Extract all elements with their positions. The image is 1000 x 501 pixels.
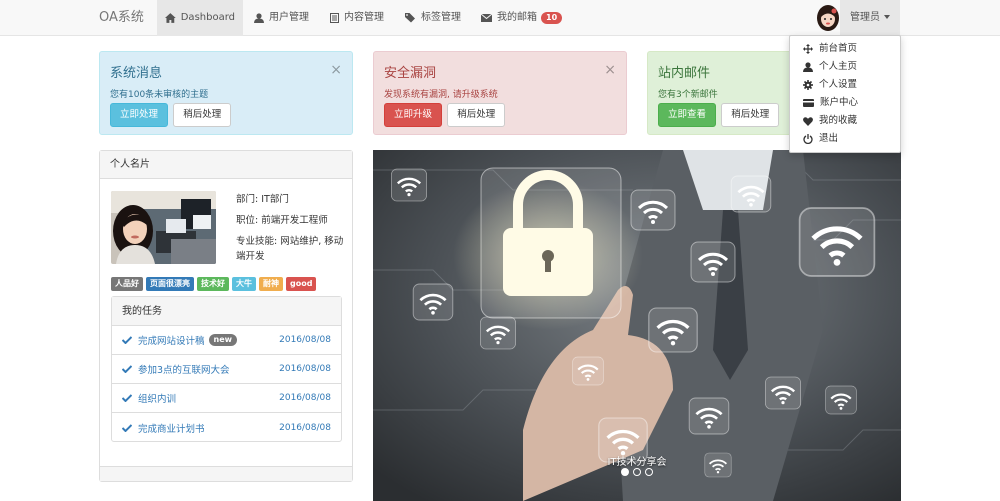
process-later-button[interactable]: 稍后处理	[447, 103, 506, 127]
menu-label: 账户中心	[820, 97, 859, 108]
process-later-button[interactable]: 稍后处理	[173, 103, 232, 127]
check-icon	[122, 365, 132, 373]
nav-dashboard[interactable]: Dashboard	[157, 0, 243, 36]
cog-icon	[803, 80, 813, 90]
nav-mailbox[interactable]: 我的邮箱 10	[473, 0, 570, 36]
envelope-icon	[481, 14, 492, 22]
process-now-button[interactable]: 立即处理	[110, 103, 169, 127]
menu-label: 我的收藏	[819, 115, 858, 126]
user-icon	[254, 13, 264, 23]
menu-item-logout[interactable]: 退出	[790, 130, 900, 148]
alert-system-message: × 系统消息 您有100条未审核的主题 立即处理 稍后处理	[99, 51, 353, 135]
user-icon	[803, 62, 813, 72]
panel-title: 个人名片	[100, 151, 352, 179]
carousel-indicator[interactable]	[645, 468, 653, 476]
image-carousel[interactable]: IT技术分享会	[373, 150, 901, 501]
profile-tags: 人品好 页面很漂亮 技术好 大牛 耐神 good	[111, 277, 317, 291]
nav-label: 我的邮箱	[497, 12, 537, 23]
carousel-indicator[interactable]	[621, 468, 629, 476]
task-label: 完成网站设计稿	[138, 336, 205, 347]
brand-logo[interactable]: OA系统	[99, 0, 144, 36]
caret-down-icon	[884, 15, 890, 19]
task-date: 2016/08/08	[279, 335, 331, 345]
carousel-indicators	[373, 468, 901, 476]
tag-label: good	[286, 277, 317, 291]
panel-footer	[100, 466, 352, 481]
nav-label: Dashboard	[180, 12, 235, 23]
view-now-button[interactable]: 立即查看	[658, 103, 717, 127]
nav-user-management[interactable]: 用户管理	[246, 0, 317, 36]
user-avatar[interactable]	[815, 4, 841, 32]
close-icon[interactable]: ×	[330, 62, 342, 78]
task-date: 2016/08/08	[279, 393, 331, 403]
credit-card-icon	[803, 99, 814, 107]
task-label: 完成商业计划书	[138, 423, 205, 435]
task-item[interactable]: 参加3点的互联网大会 2016/08/08	[112, 355, 341, 384]
task-date: 2016/08/08	[279, 364, 331, 374]
profile-photo	[111, 191, 216, 264]
user-dropdown-menu: 前台首页 个人主页 个人设置 账户中心 我的收藏 退出	[789, 35, 901, 153]
menu-label: 前台首页	[819, 43, 858, 54]
menu-item-account[interactable]: 账户中心	[790, 94, 900, 112]
skills-text: 专业技能: 网站维护, 移动端开发	[236, 236, 344, 262]
alert-text: 发现系统有漏洞, 请升级系统	[384, 90, 498, 100]
menu-label: 退出	[819, 133, 839, 144]
list-icon	[330, 13, 339, 23]
upgrade-now-button[interactable]: 立即升级	[384, 103, 443, 127]
task-date: 2016/08/08	[279, 422, 331, 433]
menu-item-settings[interactable]: 个人设置	[790, 76, 900, 94]
carousel-caption: IT技术分享会	[607, 457, 667, 468]
tag-label: 大牛	[232, 277, 256, 291]
alert-text: 您有100条未审核的主题	[110, 90, 209, 100]
task-label: 参加3点的互联网大会	[138, 365, 230, 376]
tag-label: 耐神	[259, 277, 283, 291]
nav-label: 用户管理	[269, 12, 309, 23]
alert-title: 系统消息	[110, 66, 163, 81]
menu-item-homepage[interactable]: 个人主页	[790, 58, 900, 76]
nav-tag-management[interactable]: 标签管理	[397, 0, 469, 36]
menu-item-favorites[interactable]: 我的收藏	[790, 112, 900, 130]
menu-label: 个人设置	[819, 79, 858, 90]
nav-label: 标签管理	[421, 12, 461, 23]
tag-label: 技术好	[197, 277, 229, 291]
check-icon	[122, 423, 132, 432]
admin-label: 管理员	[850, 12, 880, 23]
nav-content-management[interactable]: 内容管理	[322, 0, 392, 36]
task-label: 组织内训	[138, 394, 177, 405]
mail-count-badge: 10	[541, 12, 563, 24]
check-icon	[122, 336, 132, 344]
new-badge: new	[208, 334, 238, 346]
alert-security-vulnerability: × 安全漏洞 发现系统有漏洞, 请升级系统 立即升级 稍后处理	[373, 51, 627, 135]
nav-label: 内容管理	[344, 12, 384, 23]
tags-icon	[405, 13, 415, 23]
task-item[interactable]: 组织内训 2016/08/08	[112, 384, 341, 413]
task-item[interactable]: 完成商业计划书 2016/08/08	[112, 413, 341, 442]
heart-icon	[803, 116, 813, 126]
check-icon	[122, 394, 132, 402]
menu-item-frontpage[interactable]: 前台首页	[790, 40, 900, 58]
profile-card-panel: 个人名片 部门: IT部门 职位: 前端开发工程师 专业技能: 网站维护, 移动…	[99, 150, 353, 482]
carousel-slide-image	[373, 150, 901, 501]
process-later-button[interactable]: 稍后处理	[721, 103, 780, 127]
carousel-indicator[interactable]	[633, 468, 641, 476]
tag-label: 人品好	[111, 277, 143, 291]
close-icon[interactable]: ×	[604, 62, 616, 78]
task-item[interactable]: 完成网站设计稿 new 2016/08/08	[112, 326, 341, 355]
admin-dropdown-toggle[interactable]: 管理员	[840, 0, 900, 36]
tag-label: 页面很漂亮	[146, 277, 194, 291]
move-icon	[803, 44, 813, 54]
home-icon	[165, 13, 176, 23]
department-text: 部门: IT部门	[236, 194, 289, 205]
power-icon	[803, 134, 813, 144]
position-text: 职位: 前端开发工程师	[236, 215, 328, 226]
task-list-title: 我的任务	[112, 297, 341, 326]
menu-label: 个人主页	[819, 61, 858, 72]
task-list: 我的任务 完成网站设计稿 new 2016/08/08 参加3点的互联网大会 2…	[111, 296, 342, 442]
alert-title: 安全漏洞	[384, 66, 437, 81]
top-navbar: OA系统 Dashboard 用户管理 内容管理 标签管理 我的邮箱 10 管理…	[0, 0, 1000, 36]
